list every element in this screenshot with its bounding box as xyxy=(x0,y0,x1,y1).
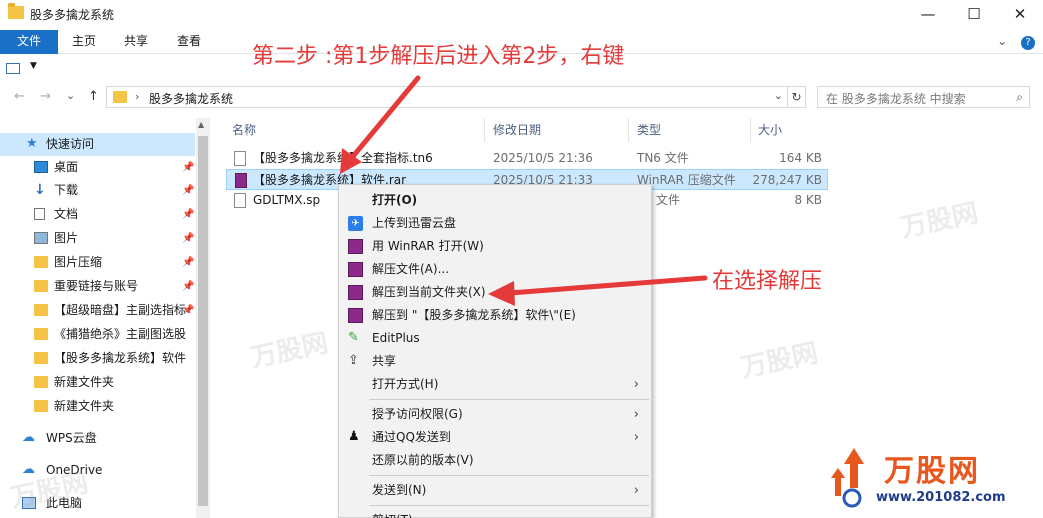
annotation-step2: 第二步 :第1步解压后进入第2步，右键 xyxy=(252,44,625,69)
annotation-extract: 在选择解压 xyxy=(712,269,823,294)
logo-mark-icon xyxy=(831,448,864,508)
brand-logo: 万股网 www.201082.com xyxy=(826,440,1036,516)
arrow-to-file xyxy=(340,75,421,174)
logo-brand-text: 万股网 xyxy=(884,454,980,489)
arrow-to-extract-here xyxy=(488,275,708,306)
logo-url-text: www.201082.com xyxy=(876,490,1006,505)
